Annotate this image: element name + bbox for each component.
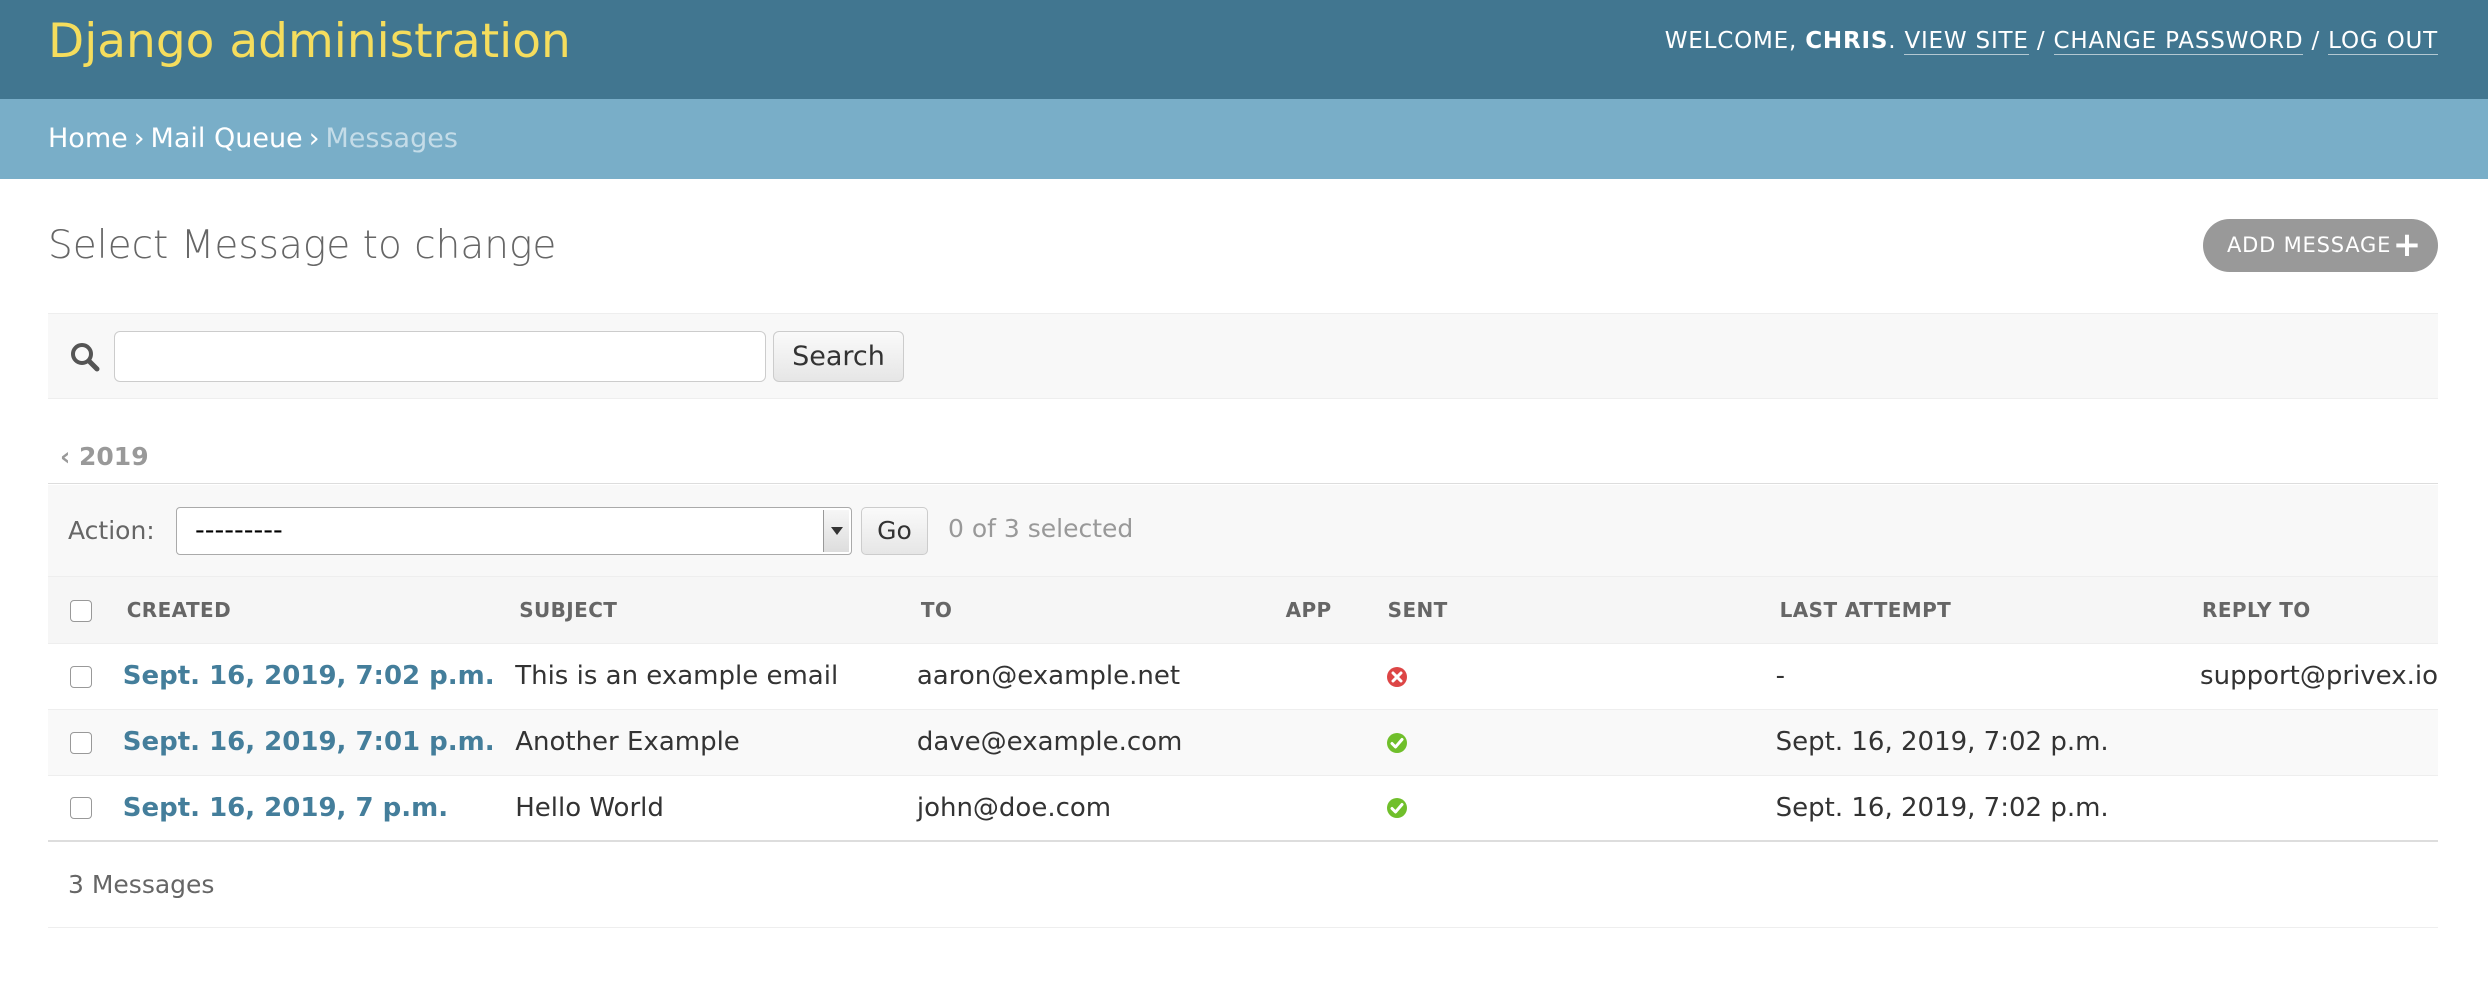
reply-to-cell: support@privex.io: [2200, 643, 2438, 710]
breadcrumb-separator: ›: [133, 123, 145, 154]
chevron-down-icon: [823, 510, 849, 552]
username: CHRIS: [1805, 28, 1889, 54]
action-select-value: ---------: [195, 515, 283, 546]
action-label: Action:: [68, 516, 155, 545]
action-select[interactable]: ---------: [176, 507, 852, 555]
go-button[interactable]: Go: [861, 507, 928, 555]
sent-cell: [1383, 643, 1776, 710]
sent-cell: [1383, 709, 1776, 776]
column-header-sent[interactable]: Sent: [1383, 577, 1776, 644]
app-cell: [1277, 709, 1384, 776]
column-header-app[interactable]: App: [1277, 577, 1384, 644]
created-link[interactable]: Sept. 16, 2019, 7:02 p.m.: [123, 661, 495, 691]
paginator: 3 Messages: [48, 845, 2438, 928]
breadcrumb-current: Messages: [325, 123, 458, 154]
add-message-label: ADD MESSAGE: [2227, 233, 2392, 257]
date-hierarchy: ‹ 2019: [48, 432, 2438, 484]
selected-counter: 0 of 3 selected: [948, 514, 1134, 543]
search-toolbar: Search: [48, 313, 2438, 399]
actions-bar: Action: --------- Go 0 of 3 selected: [48, 485, 2438, 577]
search-icon: [71, 343, 100, 372]
table-row: Sept. 16, 2019, 7 p.m. Hello World john@…: [48, 775, 2438, 842]
table-row: Sept. 16, 2019, 7:02 p.m. This is an exa…: [48, 643, 2438, 710]
table-row: Sept. 16, 2019, 7:01 p.m. Another Exampl…: [48, 709, 2438, 776]
column-header-to[interactable]: To: [916, 577, 1278, 644]
row-checkbox[interactable]: [70, 797, 92, 820]
column-header-created[interactable]: Created: [122, 577, 516, 644]
yes-icon: [1386, 798, 1407, 819]
to-cell: john@doe.com: [916, 775, 1278, 842]
user-tools-separator: /: [2036, 28, 2046, 54]
date-hierarchy-back-link[interactable]: ‹ 2019: [60, 442, 149, 471]
breadcrumb-app[interactable]: Mail Queue: [151, 123, 303, 154]
log-out-link[interactable]: LOG OUT: [2328, 28, 2438, 55]
username-suffix: .: [1888, 28, 1897, 54]
created-link[interactable]: Sept. 16, 2019, 7:01 p.m.: [123, 727, 495, 757]
view-site-link[interactable]: VIEW SITE: [1904, 28, 2029, 55]
breadcrumb-separator: ›: [308, 123, 320, 154]
select-all-checkbox[interactable]: [70, 600, 92, 622]
welcome-text: WELCOME,: [1664, 28, 1806, 54]
column-header-subject[interactable]: Subject: [515, 577, 917, 644]
row-checkbox[interactable]: [70, 665, 92, 688]
result-count: 3 Messages: [68, 870, 215, 899]
last-attempt-cell: Sept. 16, 2019, 7:02 p.m.: [1775, 775, 2201, 842]
header: Django administration WELCOME, CHRIS. VI…: [0, 0, 2488, 99]
column-header-reply-to[interactable]: Reply to: [2200, 577, 2438, 644]
app-cell: [1277, 775, 1384, 842]
reply-to-cell: [2200, 709, 2438, 776]
breadcrumb: Home › Mail Queue › Messages: [0, 99, 2488, 179]
app-cell: [1277, 643, 1384, 710]
reply-to-cell: [2200, 775, 2438, 842]
table-header-row: Created Subject To App Sent Last attempt…: [48, 577, 2438, 644]
results-table: Created Subject To App Sent Last attempt…: [48, 577, 2438, 842]
site-title[interactable]: Django administration: [48, 14, 571, 70]
breadcrumb-home[interactable]: Home: [48, 123, 128, 154]
search-button[interactable]: Search: [773, 331, 904, 382]
select-all-column: [48, 577, 123, 644]
last-attempt-cell: -: [1775, 643, 2201, 710]
row-checkbox[interactable]: [70, 731, 92, 754]
created-link[interactable]: Sept. 16, 2019, 7 p.m.: [123, 793, 448, 823]
search-input[interactable]: [114, 331, 766, 382]
to-cell: aaron@example.net: [916, 643, 1278, 710]
subject-cell: Hello World: [515, 775, 917, 842]
yes-icon: [1386, 732, 1407, 753]
subject-cell: Another Example: [515, 709, 917, 776]
to-cell: dave@example.com: [916, 709, 1278, 776]
last-attempt-cell: Sept. 16, 2019, 7:02 p.m.: [1775, 709, 2201, 776]
add-message-button[interactable]: ADD MESSAGE +: [2203, 219, 2438, 272]
no-icon: [1386, 666, 1407, 687]
subject-cell: This is an example email: [515, 643, 917, 710]
column-header-last-attempt[interactable]: Last attempt: [1775, 577, 2201, 644]
sent-cell: [1383, 775, 1776, 842]
user-tools-separator: /: [2311, 28, 2321, 54]
change-password-link[interactable]: CHANGE PASSWORD: [2053, 28, 2304, 55]
page-title: Select Message to change: [48, 223, 557, 268]
plus-icon: +: [2392, 225, 2422, 265]
user-tools: WELCOME, CHRIS. VIEW SITE / CHANGE PASSW…: [1665, 26, 2438, 56]
